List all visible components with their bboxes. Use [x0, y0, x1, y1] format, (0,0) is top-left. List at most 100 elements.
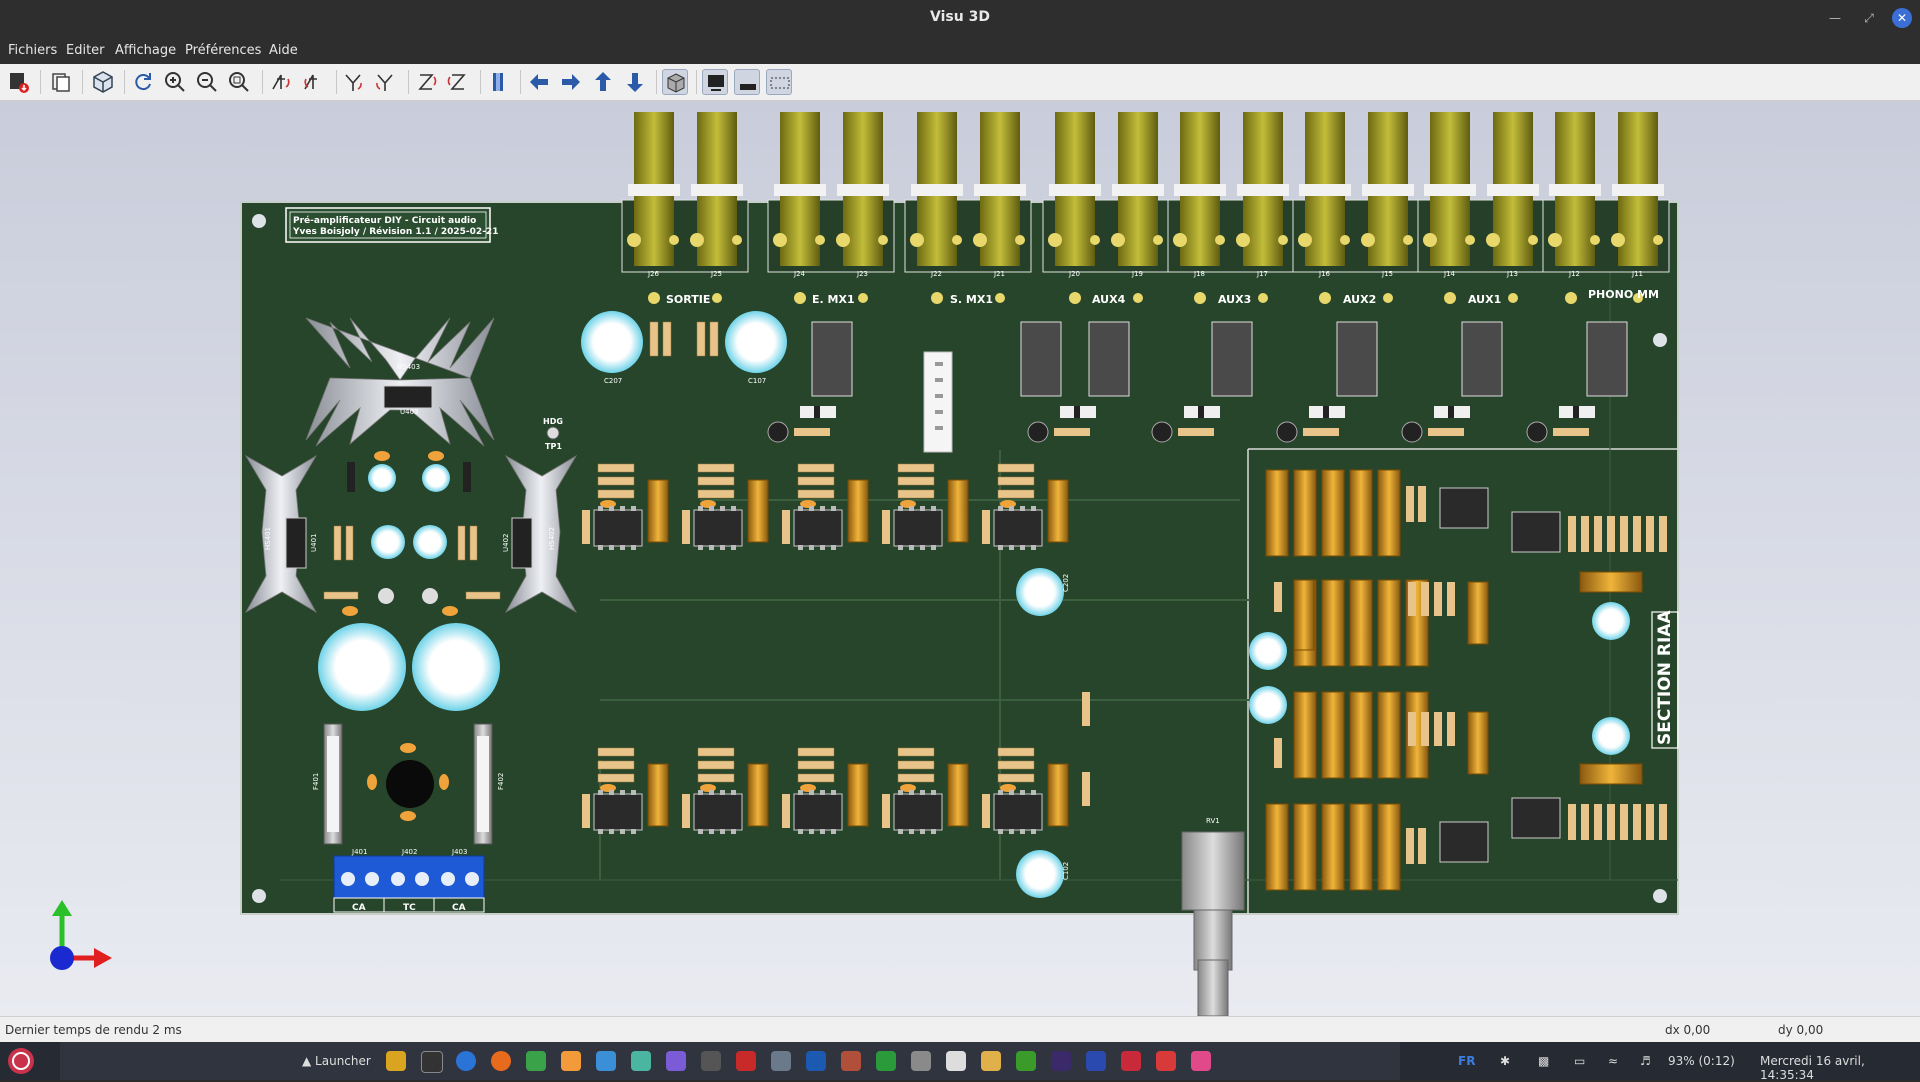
status-dy: dy 0,00 [1778, 1023, 1824, 1037]
document-icon[interactable] [946, 1051, 966, 1071]
move-left-button[interactable] [526, 69, 552, 95]
pcb-render[interactable]: Pré-amplificateur DIY - Circuit audio Yv… [0, 101, 1920, 1016]
ref-top: J17 [1256, 270, 1268, 278]
terminal-icon[interactable] [421, 1051, 443, 1073]
moon-icon[interactable] [1051, 1051, 1071, 1071]
pcb-title-line1: Pré-amplificateur DIY - Circuit audio [293, 215, 476, 226]
ref-top: J15 [1381, 270, 1393, 278]
render-realtime-toggle[interactable] [734, 69, 760, 95]
display-icon[interactable]: ▭ [1574, 1054, 1585, 1068]
ref-c102: C102 [1062, 862, 1070, 880]
ref-f401: F401 [312, 773, 320, 790]
notes-icon[interactable] [981, 1051, 1001, 1071]
ref-top: J19 [1131, 270, 1143, 278]
3d-viewport[interactable]: Pré-amplificateur DIY - Circuit audio Yv… [0, 101, 1920, 1016]
minimize-button[interactable]: — [1825, 8, 1845, 28]
settings-icon[interactable] [701, 1051, 721, 1071]
browser-icon[interactable] [456, 1051, 476, 1071]
ref-top: J26 [647, 270, 660, 278]
zoom-out-icon [197, 72, 217, 92]
rotate-y-cw-button[interactable] [340, 69, 366, 95]
sync-icon[interactable] [631, 1051, 651, 1071]
status-dx: dx 0,00 [1665, 1023, 1711, 1037]
menu-aide[interactable]: Aide [269, 43, 298, 58]
orthographic-toggle[interactable] [662, 69, 688, 95]
ref-top: J20 [1068, 270, 1080, 278]
battery-status[interactable]: 93% (0:12) [1668, 1054, 1735, 1068]
rotate-z-cw-button[interactable] [414, 69, 440, 95]
ref-top: J13 [1506, 270, 1518, 278]
footprint-icon[interactable] [911, 1051, 931, 1071]
package-icon[interactable] [1016, 1051, 1036, 1071]
spreadsheet-icon[interactable] [526, 1051, 546, 1071]
mageia-icon [12, 1052, 30, 1070]
calculator-icon[interactable] [841, 1051, 861, 1071]
refresh-button[interactable] [130, 69, 156, 95]
ref-top: J18 [1193, 270, 1205, 278]
menu-fichiers[interactable]: Fichiers [8, 43, 57, 58]
writer-icon[interactable] [1086, 1051, 1106, 1071]
status-message: Dernier temps de rendu 2 ms [5, 1023, 182, 1037]
ref-c107: C107 [748, 377, 766, 385]
ref-u402: U402 [502, 534, 510, 552]
render-raytrace-toggle[interactable] [702, 69, 728, 95]
jack-label-emx1: E. MX1 [812, 293, 855, 306]
blender-icon[interactable] [561, 1051, 581, 1071]
rotate-y-ccw-icon [376, 74, 393, 91]
firefox-icon[interactable] [491, 1051, 511, 1071]
rotate-y-ccw-button[interactable] [372, 69, 398, 95]
printer-icon[interactable]: ▩ [1538, 1054, 1549, 1068]
editor-icon[interactable] [771, 1051, 791, 1071]
keyboard-layout[interactable]: FR [1458, 1054, 1475, 1068]
menu-affichage[interactable]: Affichage [115, 43, 176, 58]
pdf-icon[interactable] [736, 1051, 756, 1071]
screenshot-icon[interactable] [596, 1051, 616, 1071]
ref-j402: J402 [401, 848, 417, 856]
ref-top: J16 [1318, 270, 1331, 278]
menu-preferences[interactable]: Préférences [185, 43, 261, 58]
jack-label-smx1: S. MX1 [950, 293, 993, 306]
ref-j403: J403 [451, 848, 467, 856]
cube-button[interactable] [90, 69, 116, 95]
pcb-editor-icon[interactable] [876, 1051, 896, 1071]
zoom-fit-button[interactable] [226, 69, 252, 95]
flip-board-icon [493, 73, 503, 91]
section-riaa-label: SECTION RIAA [1655, 610, 1675, 745]
files-icon[interactable] [386, 1051, 406, 1071]
launcher-button[interactable]: ▲ Launcher [302, 1054, 371, 1068]
rotate-x-ccw-button[interactable] [300, 69, 326, 95]
rotate-x-cw-button[interactable] [268, 69, 294, 95]
render-bbox-toggle[interactable] [766, 69, 792, 95]
jack-label-aux3: AUX3 [1218, 293, 1251, 306]
render-bbox-icon [770, 77, 790, 89]
clock[interactable]: Mercredi 16 avril, 14:35:34 [1760, 1054, 1920, 1082]
arrow-right-icon [562, 74, 580, 90]
zoom-out-button[interactable] [194, 69, 220, 95]
wifi-icon[interactable]: ≈ [1608, 1054, 1618, 1068]
volume-icon[interactable]: ♬ [1640, 1054, 1651, 1068]
media-player-icon[interactable] [666, 1051, 686, 1071]
zoom-in-button[interactable] [162, 69, 188, 95]
app2-icon[interactable] [1156, 1051, 1176, 1071]
ref-rv1: RV1 [1206, 817, 1220, 825]
close-button[interactable]: ✕ [1892, 8, 1912, 28]
ref-top: J11 [1631, 270, 1643, 278]
move-up-button[interactable] [590, 69, 616, 95]
flip-board-button[interactable] [486, 69, 512, 95]
app-menu-button[interactable] [8, 1048, 34, 1074]
menu-editer[interactable]: Editer [66, 43, 105, 58]
kicad-icon[interactable] [806, 1051, 826, 1071]
copy-button[interactable] [48, 69, 74, 95]
move-right-button[interactable] [558, 69, 584, 95]
status-bar: Dernier temps de rendu 2 ms dx 0,00 dy 0… [0, 1016, 1920, 1043]
rotate-z-ccw-button[interactable] [446, 69, 472, 95]
ref-u403: U403 [400, 408, 418, 416]
move-down-button[interactable] [622, 69, 648, 95]
terminal-label-tc: TC [403, 903, 416, 913]
export-button[interactable] [6, 69, 32, 95]
taskbar: ▲ Launcher FR ✱ ▩ ▭ ≈ ♬ 93% (0:12) Mercr… [0, 1042, 1920, 1082]
bluetooth-icon[interactable]: ✱ [1500, 1054, 1510, 1068]
app3-icon[interactable] [1191, 1051, 1211, 1071]
maximize-button[interactable]: ⤢ [1859, 8, 1879, 28]
app1-icon[interactable] [1121, 1051, 1141, 1071]
